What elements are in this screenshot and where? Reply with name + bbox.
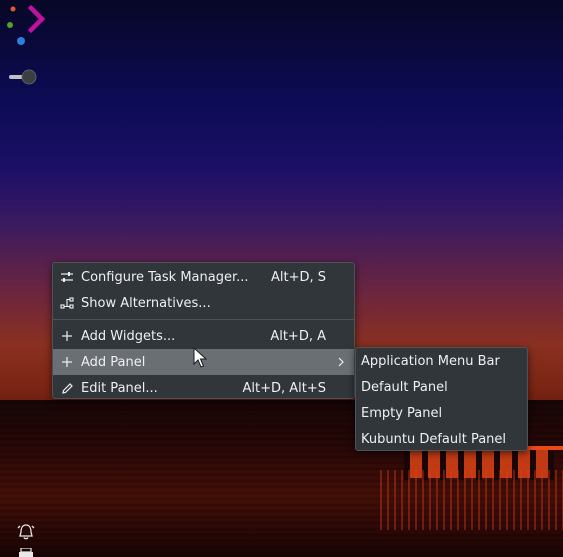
- menu-item-label: Configure Task Manager...: [81, 269, 249, 285]
- submenu-item-empty-panel[interactable]: Empty Panel: [356, 400, 527, 426]
- menu-separator: [53, 319, 354, 320]
- menu-item-label: Edit Panel...: [81, 380, 158, 396]
- toggle-switch-icon[interactable]: [9, 69, 37, 85]
- plus-icon: [59, 354, 75, 370]
- menu-item-shortcut: Alt+D, A: [270, 328, 326, 344]
- plus-icon: [59, 328, 75, 344]
- menu-item-add-widgets[interactable]: Add Widgets... Alt+D, A: [53, 323, 354, 349]
- kubuntu-logo-icon[interactable]: [6, 4, 48, 46]
- submenu-item-application-menu-bar[interactable]: Application Menu Bar: [356, 348, 527, 374]
- menu-item-shortcut: Alt+D, Alt+S: [242, 380, 326, 396]
- chevron-right-icon: [338, 357, 344, 367]
- menu-item-shortcut: Alt+D, S: [270, 269, 326, 285]
- alternatives-icon: [59, 295, 75, 311]
- submenu-item-kubuntu-default-panel[interactable]: Kubuntu Default Panel: [356, 426, 527, 452]
- mouse-pointer-icon: [193, 347, 207, 368]
- menu-item-edit-panel[interactable]: Edit Panel... Alt+D, Alt+S: [53, 375, 354, 401]
- add-panel-submenu: Application Menu Bar Default Panel Empty…: [355, 347, 528, 451]
- submenu-item-default-panel[interactable]: Default Panel: [356, 374, 527, 400]
- menu-item-label: Add Widgets...: [81, 328, 176, 344]
- notification-bell-icon[interactable]: [16, 522, 36, 542]
- printer-icon[interactable]: [18, 548, 34, 557]
- configure-sliders-icon: [59, 269, 75, 285]
- menu-item-label: Show Alternatives...: [81, 295, 211, 311]
- panel-context-menu: Configure Task Manager... Alt+D, S Show …: [52, 262, 355, 399]
- wallpaper-reflection: [380, 470, 563, 530]
- menu-item-show-alternatives[interactable]: Show Alternatives...: [53, 290, 354, 316]
- pencil-icon: [59, 380, 75, 396]
- menu-item-configure-task-manager[interactable]: Configure Task Manager... Alt+D, S: [53, 264, 354, 290]
